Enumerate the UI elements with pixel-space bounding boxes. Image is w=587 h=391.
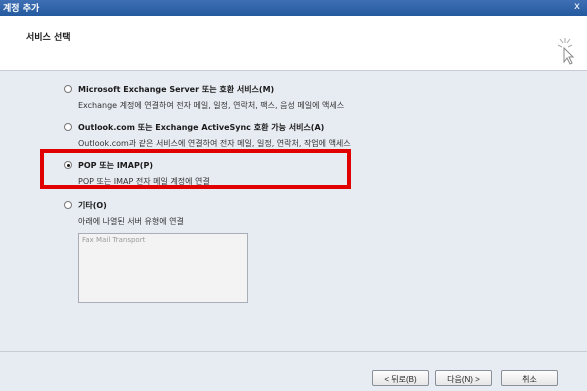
option-description: 아래에 나열된 서버 유형에 연결 (78, 217, 184, 226)
server-type-list[interactable]: Fax Mail Transport (78, 233, 248, 303)
cursor-click-icon (557, 38, 575, 65)
radio-other[interactable] (64, 201, 72, 209)
list-item[interactable]: Fax Mail Transport (82, 236, 145, 244)
cancel-button[interactable]: 취소 (501, 370, 558, 386)
highlight-annotation (40, 149, 351, 189)
next-button[interactable]: 다음(N) > (435, 370, 492, 386)
option-label: Outlook.com 또는 Exchange ActiveSync 호환 가능… (78, 123, 325, 132)
option-label: Microsoft Exchange Server 또는 호환 서비스(M) (78, 85, 275, 94)
option-description: Outlook.com과 같은 서비스에 연결하여 전자 메일, 일정, 연락처… (78, 139, 351, 148)
service-options: Microsoft Exchange Server 또는 호환 서비스(M) E… (0, 71, 587, 351)
back-button[interactable]: < 뒤로(B) (372, 370, 429, 386)
radio-exchange[interactable] (64, 85, 72, 93)
window-title: 계정 추가 (3, 4, 40, 14)
title-bar: 계정 추가 x (0, 0, 587, 16)
page-title: 서비스 선택 (26, 33, 71, 43)
dialog-header: 서비스 선택 (0, 16, 587, 71)
radio-outlook-com[interactable] (64, 123, 72, 131)
option-label: 기타(O) (78, 201, 107, 210)
close-icon[interactable]: x (571, 0, 583, 14)
button-bar: < 뒤로(B) 다음(N) > 취소 (0, 351, 587, 391)
option-description: Exchange 계정에 연결하여 전자 메일, 일정, 연락처, 팩스, 음성… (78, 101, 345, 110)
add-account-dialog: 계정 추가 x 서비스 선택 Microsoft Exchange Server… (0, 0, 587, 391)
